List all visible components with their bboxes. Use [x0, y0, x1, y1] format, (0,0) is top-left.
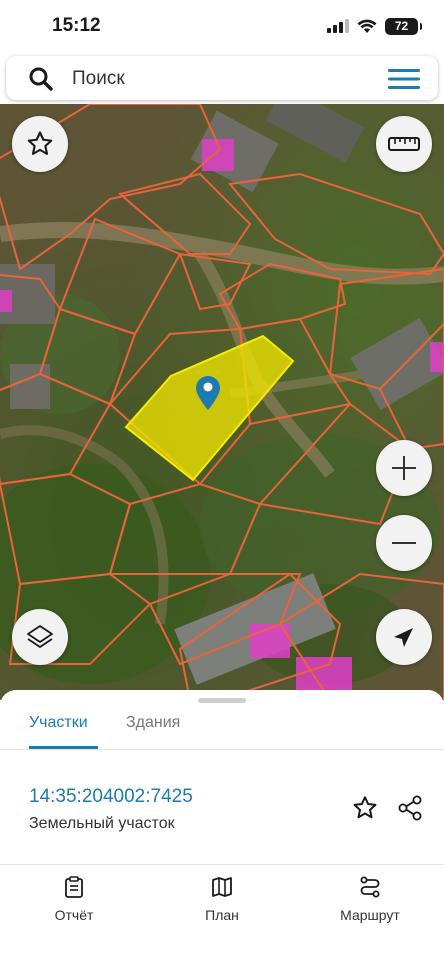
navigation-arrow-icon: [394, 628, 413, 647]
battery-icon: 72: [385, 17, 422, 35]
report-icon: [65, 876, 83, 898]
battery-level: 72: [394, 19, 409, 33]
sheet-tabs: Участки Здания: [0, 704, 444, 750]
favorite-button[interactable]: [12, 116, 68, 172]
status-bar: 15:12 72: [0, 0, 444, 54]
layers-button[interactable]: [12, 609, 68, 665]
bookmark-star-icon[interactable]: [351, 794, 379, 822]
satellite-map[interactable]: [0, 104, 444, 700]
nav-report[interactable]: Отчёт: [24, 875, 124, 923]
menu-icon[interactable]: [388, 68, 420, 90]
ruler-icon: [388, 137, 420, 151]
tab-buildings[interactable]: Здания: [126, 714, 180, 732]
minus-icon: [392, 542, 416, 544]
active-tab-indicator: [29, 746, 98, 749]
nav-route-label: Маршрут: [340, 907, 400, 923]
layers-icon: [27, 625, 53, 648]
nav-plan-label: План: [205, 907, 239, 923]
my-location-button[interactable]: [376, 609, 432, 665]
ruler-button[interactable]: [376, 116, 432, 172]
tab-parcels[interactable]: Участки: [29, 714, 88, 732]
status-icons: 72: [327, 15, 422, 37]
bottom-navigation: Отчёт План Маршрут: [0, 864, 444, 960]
parcel-cadastral-number[interactable]: 14:35:204002:7425: [29, 786, 193, 808]
wifi-icon: [357, 19, 377, 33]
sheet-handle[interactable]: [198, 698, 246, 703]
nav-report-label: Отчёт: [54, 907, 94, 923]
search-input[interactable]: Поиск: [72, 68, 125, 90]
status-time: 15:12: [52, 15, 101, 36]
map-imagery[interactable]: [0, 104, 444, 700]
route-icon: [360, 876, 380, 898]
zoom-in-button[interactable]: [376, 440, 432, 496]
zoom-out-button[interactable]: [376, 515, 432, 571]
parcel-type: Земельный участок: [29, 815, 175, 832]
map-plan-icon: [212, 877, 232, 897]
share-icon[interactable]: [396, 794, 424, 822]
plus-icon: [392, 456, 416, 480]
nav-route[interactable]: Маршрут: [320, 875, 420, 923]
search-icon[interactable]: [28, 66, 54, 92]
search-bar[interactable]: Поиск: [6, 56, 438, 100]
signal-icon: [327, 19, 349, 33]
star-icon: [27, 131, 53, 155]
nav-plan[interactable]: План: [172, 875, 272, 923]
